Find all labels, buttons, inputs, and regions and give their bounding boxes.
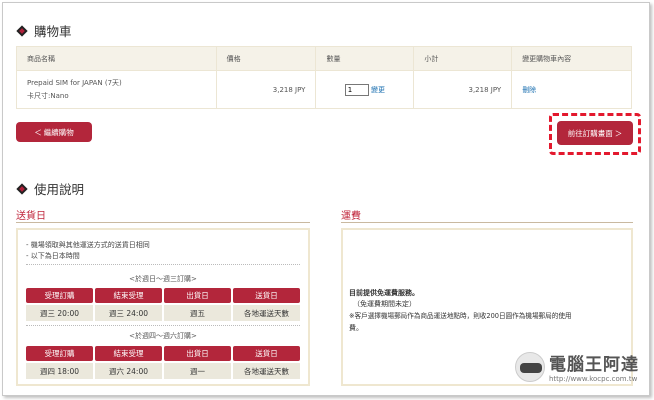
diamond-icon — [16, 24, 28, 37]
col-header-modify: 變更購物車內容 — [511, 46, 632, 71]
delivery-title: 送貨日 — [16, 211, 46, 222]
price-cell: 3,218 JPY — [215, 70, 317, 109]
product-size: 卡尺寸:Nano — [27, 92, 69, 100]
shipping-underline — [341, 222, 633, 223]
grid-header: 送貨日 — [233, 288, 300, 303]
delivery-note: - 機場領取與其他運送方式的送貨日相同 — [26, 241, 150, 249]
mascot-icon — [515, 351, 545, 382]
grid-header: 出貨日 — [164, 346, 231, 361]
modify-cell: 刪除 — [511, 70, 632, 109]
grid-cell: 週一 — [164, 363, 231, 379]
cart-table: 商品名稱 價格 數量 小計 變更購物車內容 Prepaid SIM for JA… — [16, 46, 632, 109]
grid-cell: 週五 — [164, 305, 231, 321]
watermark: 電腦王阿達 http://www.kocpc.com.tw — [515, 350, 639, 383]
col-header-qty: 數量 — [315, 46, 415, 71]
qty-cell: 變更 — [315, 70, 415, 109]
diamond-icon — [16, 182, 28, 195]
grid-cell: 週六 24:00 — [95, 363, 162, 379]
cart-table-header: 商品名稱 價格 數量 小計 變更購物車內容 — [16, 46, 632, 71]
shipping-line: ※客戶選擇機場郵局作為商品運送地點時，則收200日圓作為機場郵局的使用 — [349, 312, 572, 320]
shipping-line: 目前提供免運費服務。 — [349, 289, 419, 297]
grid-cell: 週四 18:00 — [26, 363, 93, 379]
shipping-title: 運費 — [341, 211, 361, 222]
shipping-line: 費。 — [349, 324, 363, 332]
col-header-product: 商品名稱 — [16, 46, 217, 71]
grid-header: 出貨日 — [164, 288, 231, 303]
update-quantity-link[interactable]: 變更 — [371, 86, 385, 94]
shipping-line: （免運費期間未定） — [353, 300, 416, 308]
grid-cell: 週三 24:00 — [95, 305, 162, 321]
grid-cell: 週三 20:00 — [26, 305, 93, 321]
product-name: Prepaid SIM for JAPAN (7天) — [27, 79, 122, 87]
col-header-subtotal: 小計 — [413, 46, 513, 71]
delivery-panel: - 機場領取與其他運送方式的送貨日相同 - 以下為日本時間 <於週日〜週三訂購>… — [16, 228, 310, 386]
group-label-sun-wed: <於週日〜週三訂購> — [129, 275, 197, 283]
schedule-grid-sun-wed: 受理訂購 結束受理 出貨日 送貨日 週三 20:00 週三 24:00 週五 各… — [26, 288, 300, 321]
group-label-thu-sat: <於週四〜週六訂購> — [129, 332, 197, 340]
grid-header: 結束受理 — [95, 346, 162, 361]
schedule-grid-thu-sat: 受理訂購 結束受理 出貨日 送貨日 週四 18:00 週六 24:00 週一 各… — [26, 346, 300, 379]
watermark-name: 電腦王阿達 — [549, 355, 639, 375]
cart-title: 購物車 — [34, 24, 72, 39]
cart-section-title: 購物車 — [16, 21, 72, 40]
grid-header: 送貨日 — [233, 346, 300, 361]
subtotal-cell: 3,218 JPY — [413, 70, 513, 109]
page-frame: 購物車 商品名稱 價格 數量 小計 變更購物車內容 Prepaid SIM fo… — [2, 2, 650, 396]
dotted-divider — [26, 264, 300, 265]
checkout-button[interactable]: 前往訂購畫面 ＞ — [557, 121, 633, 145]
grid-header: 結束受理 — [95, 288, 162, 303]
watermark-url: http://www.kocpc.com.tw — [549, 375, 638, 383]
product-cell: Prepaid SIM for JAPAN (7天) 卡尺寸:Nano — [16, 70, 217, 109]
dotted-divider — [26, 325, 300, 326]
grid-header: 受理訂購 — [26, 288, 93, 303]
grid-cell: 各地運送天數 — [233, 305, 300, 321]
delivery-note: - 以下為日本時間 — [26, 252, 80, 260]
table-row: Prepaid SIM for JAPAN (7天) 卡尺寸:Nano 3,21… — [16, 70, 632, 109]
usage-section-title: 使用說明 — [16, 179, 84, 198]
col-header-price: 價格 — [215, 46, 317, 71]
grid-cell: 各地運送天數 — [233, 363, 300, 379]
continue-shopping-button[interactable]: ＜ 繼續購物 — [16, 122, 92, 142]
delivery-underline — [16, 222, 310, 223]
usage-title: 使用說明 — [34, 182, 85, 197]
delete-item-link[interactable]: 刪除 — [522, 86, 536, 94]
grid-header: 受理訂購 — [26, 346, 93, 361]
quantity-input[interactable] — [344, 83, 369, 96]
